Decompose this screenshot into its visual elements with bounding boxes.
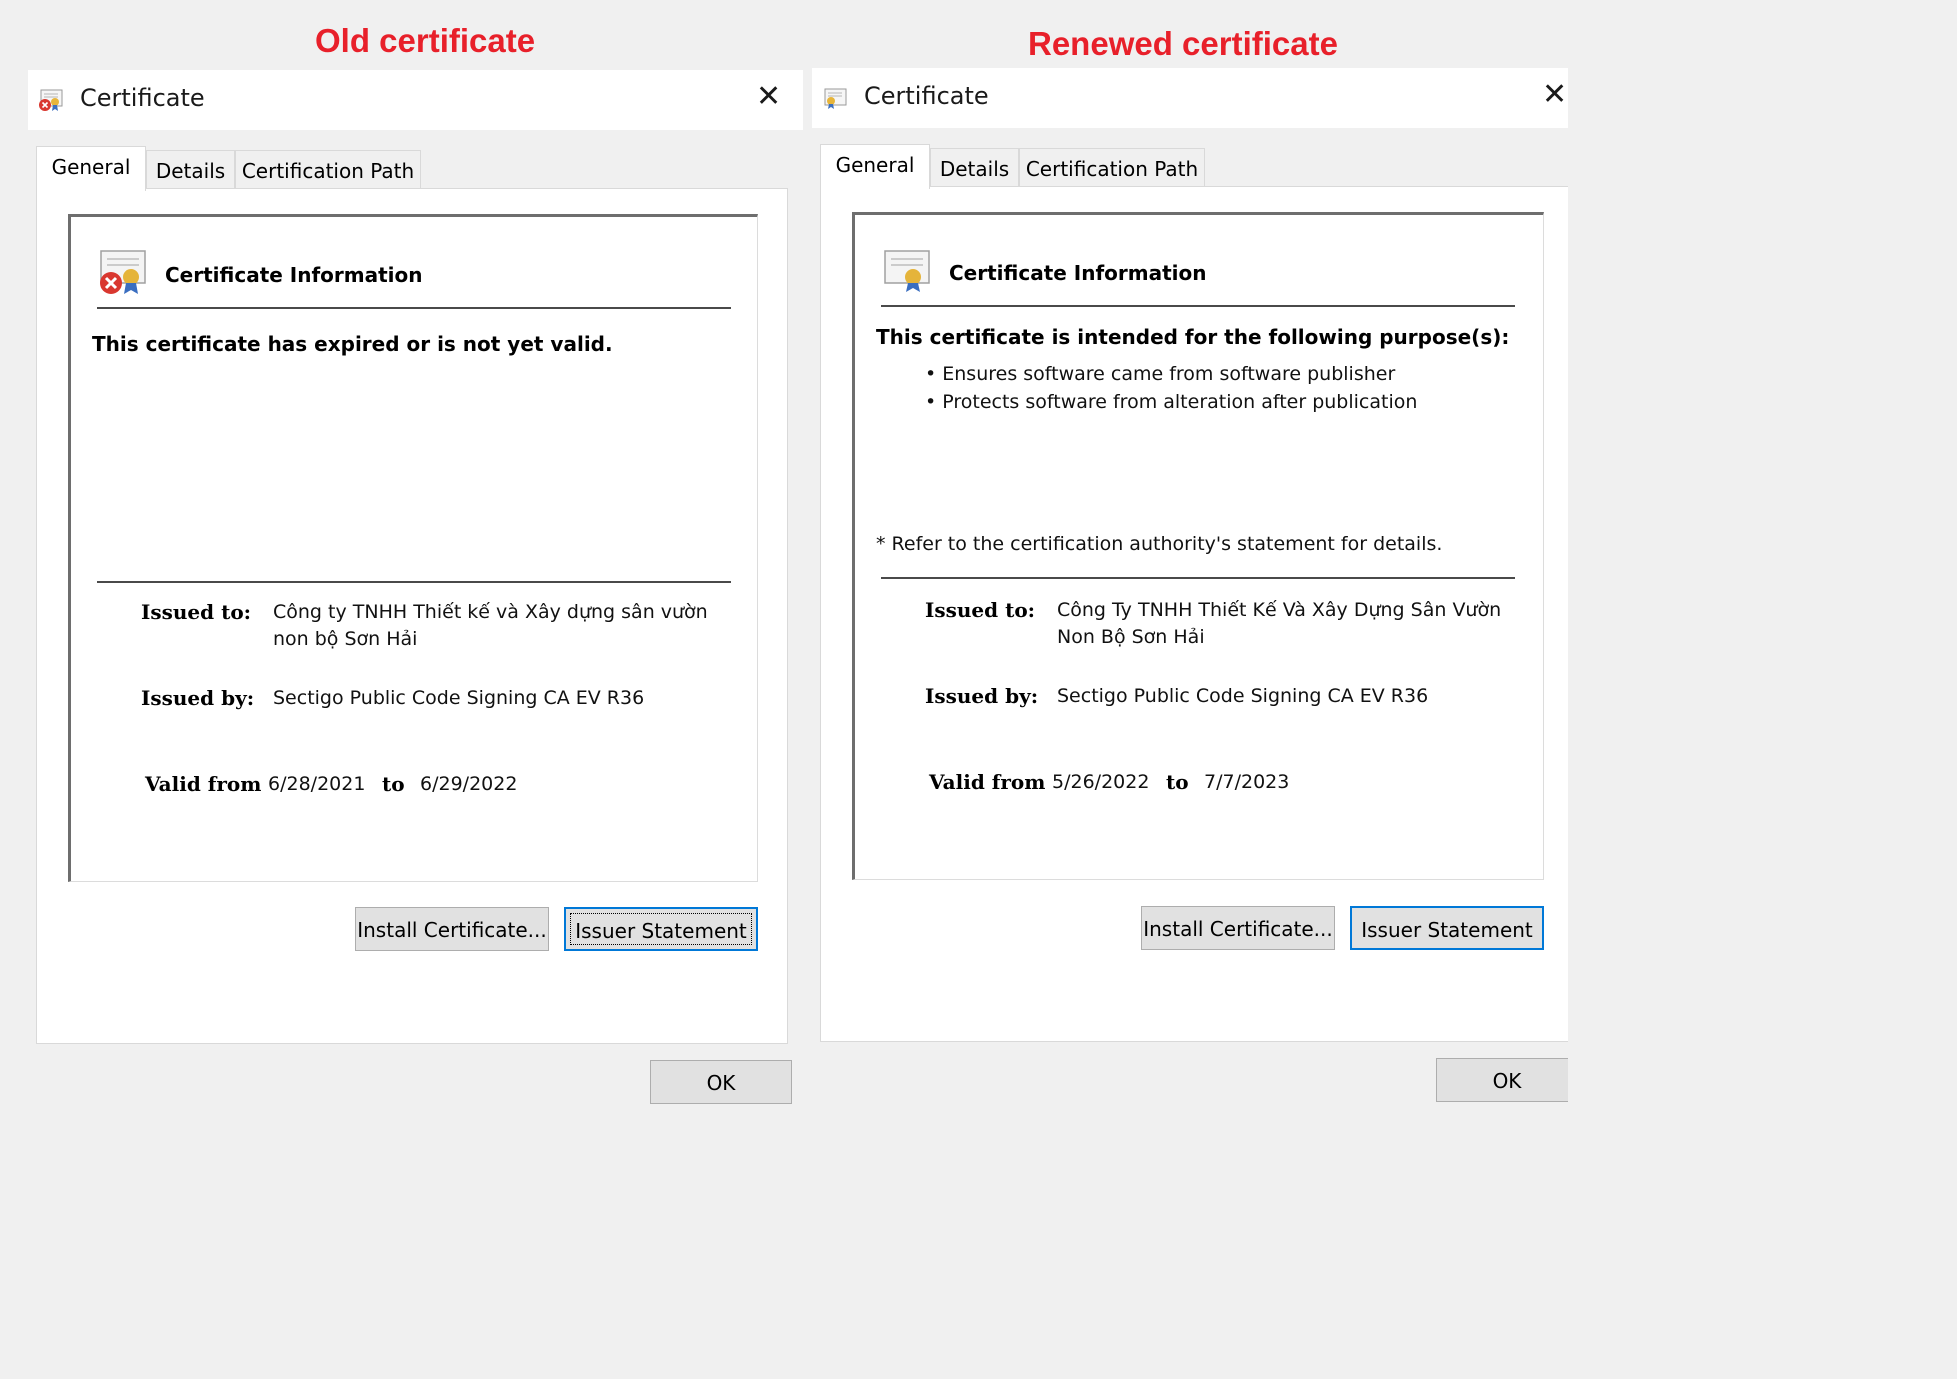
certificate-error-icon (39, 89, 63, 111)
issued-to-value: Công Ty TNHH Thiết Kế Và Xây Dựng Sân Vư… (1057, 599, 1502, 648)
tab-certification-path[interactable]: Certification Path (1019, 148, 1205, 186)
issuer-statement-button[interactable]: Issuer Statement (1350, 906, 1544, 950)
title-bar: Certificate ✕ (812, 68, 1568, 128)
valid-to-label: to (382, 772, 405, 796)
title-bar: Certificate ✕ (28, 70, 803, 130)
certificate-info-box: Certificate Information This certificate… (68, 214, 758, 882)
issued-to-label: Issued to: (141, 600, 252, 624)
issued-by-value: Sectigo Public Code Signing CA EV R36 (273, 687, 645, 709)
tab-certification-path[interactable]: Certification Path (235, 150, 421, 188)
certificate-icon (824, 88, 847, 109)
tab-general[interactable]: General (36, 146, 146, 191)
renewed-certificate-dialog: Certificate ✕ General Details Certificat… (812, 68, 1568, 1103)
valid-to-label: to (1166, 770, 1189, 794)
certificate-info-heading: Certificate Information (949, 261, 1207, 285)
certificate-status-text: This certificate has expired or is not y… (92, 332, 613, 356)
issued-to-value: Công ty TNHH Thiết kế và Xây dựng sân vư… (273, 601, 708, 650)
divider (97, 581, 731, 583)
valid-from-value: 6/28/2021 (268, 773, 366, 795)
ok-label: OK (1492, 1069, 1522, 1093)
tab-general[interactable]: General (820, 144, 930, 189)
ok-label: OK (706, 1071, 736, 1095)
issuer-statement-button[interactable]: Issuer Statement (564, 907, 758, 951)
install-certificate-label: Install Certificate... (357, 918, 547, 942)
tab-details[interactable]: Details (146, 150, 235, 188)
close-button[interactable]: ✕ (1542, 80, 1567, 110)
install-certificate-button[interactable]: Install Certificate... (355, 907, 549, 951)
window-title: Certificate (80, 84, 205, 112)
purpose-heading: This certificate is intended for the fol… (876, 325, 1510, 349)
ok-button[interactable]: OK (1436, 1058, 1568, 1102)
issued-by-label: Issued by: (925, 684, 1039, 708)
purpose-item: • Protects software from alteration afte… (925, 391, 1418, 413)
certificate-info-heading: Certificate Information (165, 263, 423, 287)
valid-from-label: Valid from (929, 770, 1046, 794)
issued-by-label: Issued by: (141, 686, 255, 710)
issued-by-value: Sectigo Public Code Signing CA EV R36 (1057, 685, 1429, 707)
certificate-icon (884, 250, 930, 292)
window-title: Certificate (864, 82, 989, 110)
certificate-error-icon (100, 250, 146, 294)
issuer-statement-label: Issuer Statement (1361, 918, 1533, 942)
authority-statement-note: * Refer to the certification authority's… (876, 533, 1443, 555)
valid-to-value: 7/7/2023 (1204, 771, 1290, 793)
valid-to-value: 6/29/2022 (420, 773, 518, 795)
tab-details[interactable]: Details (930, 148, 1019, 186)
valid-from-value: 5/26/2022 (1052, 771, 1150, 793)
old-certificate-caption: Old certificate (315, 22, 536, 59)
ok-button[interactable]: OK (650, 1060, 792, 1104)
issued-to-label: Issued to: (925, 598, 1036, 622)
divider (881, 577, 1515, 579)
divider (881, 305, 1515, 307)
install-certificate-label: Install Certificate... (1143, 917, 1333, 941)
purpose-item: • Ensures software came from software pu… (925, 363, 1396, 385)
valid-from-label: Valid from (145, 772, 262, 796)
install-certificate-button[interactable]: Install Certificate... (1141, 906, 1335, 950)
close-button[interactable]: ✕ (756, 82, 781, 112)
issuer-statement-label: Issuer Statement (575, 919, 747, 943)
renewed-certificate-caption: Renewed certificate (1028, 25, 1338, 62)
certificate-info-box: Certificate Information This certificate… (852, 212, 1544, 880)
divider (97, 307, 731, 309)
old-certificate-dialog: Certificate ✕ General Details Certificat… (28, 70, 803, 1105)
